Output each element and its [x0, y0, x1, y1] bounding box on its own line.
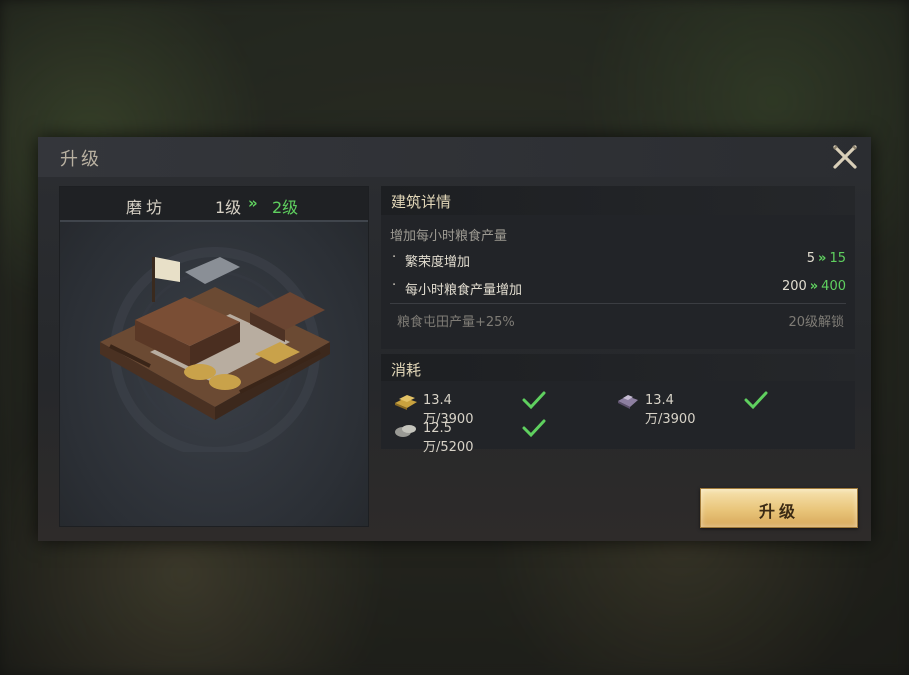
next-level: 2级 [272, 198, 299, 217]
details-divider [390, 303, 846, 304]
check-icon [522, 419, 546, 438]
stat-value: 200» 400 [782, 279, 846, 294]
close-x-icon [833, 145, 857, 169]
dialog-title-bar: 升级 [38, 137, 871, 177]
stat-value: 5» 15 [807, 251, 846, 266]
current-level: 1级 [215, 198, 242, 217]
cost-title: 消耗 [391, 361, 422, 379]
stat-row-grain-output: · 每小时粮食产量增加 200» 400 [390, 278, 846, 298]
stat-row-prosperity: · 繁荣度增加 5» 15 [390, 250, 846, 270]
stat-to: 400 [821, 279, 846, 294]
bullet: · [392, 278, 397, 293]
details-title: 建筑详情 [391, 193, 452, 211]
level-arrow-icon: » [248, 194, 258, 212]
double-arrow-icon: » [818, 251, 827, 266]
gold-bars-icon [395, 395, 417, 410]
double-arrow-icon: » [809, 279, 819, 294]
iron-ore-icon [618, 395, 638, 409]
check-icon [744, 391, 768, 410]
stat-label: 每小时粮食产量增加 [405, 283, 523, 298]
cost-body: 13.4万/3900 13.4万/3900 12.5万/5200 [381, 381, 855, 455]
locked-bonus-row: 粮食屯田产量+25% 20级解锁 [390, 311, 846, 331]
check-icon [522, 391, 546, 410]
stat-from: 200 [781, 279, 807, 294]
unlock-requirement: 20级解锁 [788, 315, 844, 330]
mill-building-image [100, 247, 330, 452]
stat-from: 5 [806, 251, 816, 266]
building-preview-panel: 磨坊 1级 » 2级 [59, 186, 369, 527]
upgrade-button-label: 升级 [758, 502, 799, 521]
details-description: 增加每小时粮食产量 [390, 229, 508, 244]
stat-label: 繁荣度增加 [405, 255, 471, 270]
cost-amount: 12.5万/5200 [423, 421, 474, 455]
dialog-title: 升级 [60, 149, 102, 170]
details-header: 建筑详情 [381, 186, 855, 215]
cost-amount: 13.4万/3900 [645, 393, 696, 427]
stone-icon [395, 425, 416, 437]
close-button[interactable] [831, 143, 859, 171]
cost-header: 消耗 [381, 354, 855, 383]
locked-bonus-label: 粮食屯田产量+25% [397, 315, 515, 330]
bullet: · [392, 250, 397, 265]
details-body: 增加每小时粮食产量 · 繁荣度增加 5» 15 · 每小时粮食产量增加 200» 4… [381, 215, 855, 349]
upgrade-button[interactable]: 升级 [700, 488, 858, 528]
upgrade-dialog: 升级 磨坊 1级 » 2级 建筑详情 增加每小时粮食产量 · 繁荣度增加 5 »… [38, 137, 871, 541]
level-bar: 磨坊 1级 » 2级 [60, 187, 368, 222]
stat-to: 15 [829, 251, 846, 266]
building-name: 磨坊 [126, 198, 167, 217]
